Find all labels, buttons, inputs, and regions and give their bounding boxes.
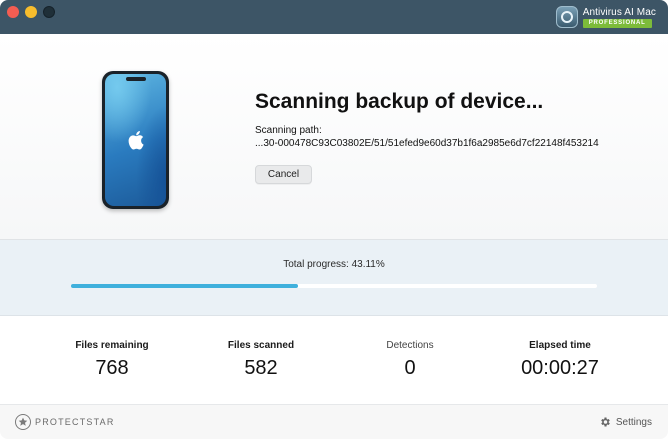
apple-logo-icon — [128, 131, 144, 150]
scan-title: Scanning backup of device... — [255, 90, 544, 113]
footer-logo-text: PROTECTSTAR — [35, 417, 115, 427]
protectstar-logo: PROTECTSTAR — [15, 414, 115, 430]
stat-detections: Detections 0 — [340, 340, 480, 380]
stat-label: Detections — [386, 340, 434, 351]
stat-label: Elapsed time — [529, 340, 591, 351]
stat-files-scanned: Files scanned 582 — [191, 340, 331, 380]
progress-panel: Total progress: 43.11% — [0, 240, 668, 316]
stat-files-remaining: Files remaining 768 — [42, 340, 182, 380]
stat-value: 00:00:27 — [521, 357, 599, 379]
scan-path-label: Scanning path: — [255, 125, 322, 136]
scan-path-value: ...30-000478C93C03802E/51/51efed9e60d37b… — [255, 138, 599, 149]
stat-value: 582 — [244, 357, 278, 379]
stat-elapsed-time: Elapsed time 00:00:27 — [490, 340, 630, 380]
star-icon — [15, 414, 31, 430]
app-window: Antivirus AI Mac PROFESSIONAL Scanning b… — [0, 0, 668, 439]
device-image — [102, 71, 169, 209]
progress-label: Total progress: 43.11% — [283, 259, 385, 270]
stats-panel: Files remaining 768 Files scanned 582 De… — [0, 316, 668, 405]
gear-icon — [601, 417, 610, 427]
brand: Antivirus AI Mac PROFESSIONAL — [555, 5, 656, 29]
minimize-window-button[interactable] — [25, 6, 37, 18]
progress-bar — [71, 284, 597, 288]
brand-name: Antivirus AI Mac — [582, 6, 656, 18]
progress-bar-fill — [71, 284, 298, 288]
footer: PROTECTSTAR Settings — [0, 405, 668, 439]
shield-icon — [555, 6, 578, 28]
title-bar: Antivirus AI Mac PROFESSIONAL — [0, 0, 668, 34]
scan-panel: Scanning backup of device... Scanning pa… — [0, 34, 668, 240]
close-window-button[interactable] — [7, 6, 19, 18]
cancel-button[interactable]: Cancel — [255, 165, 312, 184]
maximize-window-button[interactable] — [43, 6, 55, 18]
settings-button[interactable]: Settings — [599, 416, 652, 428]
stat-value: 768 — [95, 357, 129, 379]
settings-label: Settings — [615, 416, 652, 428]
stat-label: Files remaining — [75, 340, 149, 351]
edition-badge: PROFESSIONAL — [582, 18, 652, 28]
stat-value: 0 — [404, 357, 416, 379]
stat-label: Files scanned — [227, 340, 295, 351]
